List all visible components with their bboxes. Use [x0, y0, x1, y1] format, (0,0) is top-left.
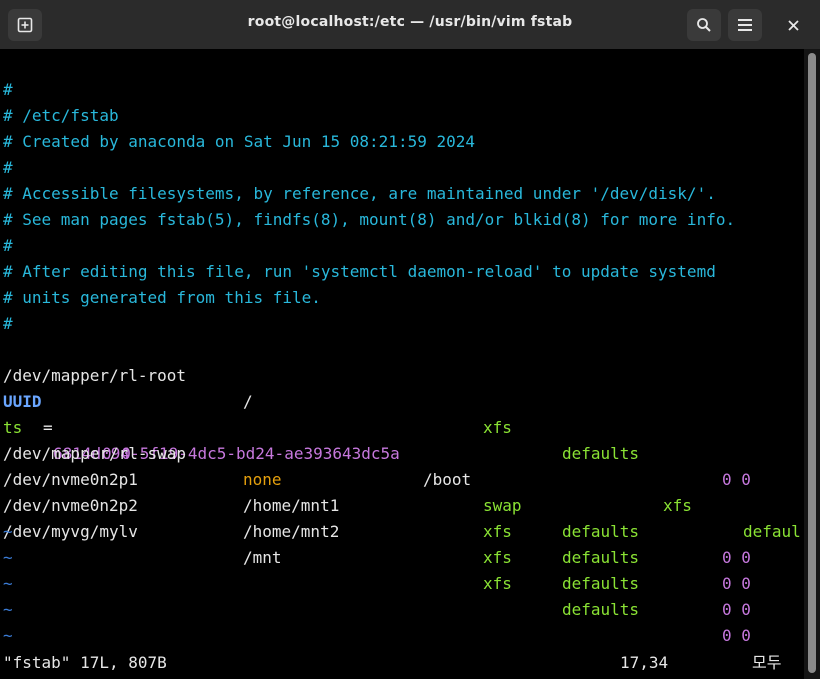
- dump-pass: 0 0: [722, 470, 751, 489]
- close-button[interactable]: [778, 11, 808, 39]
- fstab-entry-boot-wrap: ts 0 0: [3, 389, 131, 463]
- comment-line: #: [3, 158, 13, 177]
- dump-pass: 0 0: [722, 600, 751, 619]
- mount-point: /boot: [423, 470, 472, 489]
- fs-type: xfs: [663, 496, 692, 515]
- device: /dev/myvg/mylv: [3, 522, 138, 541]
- empty-line-tilde: ~: [3, 600, 13, 619]
- fstab-entry-boot: UUID = 6814dc94-5f19-4dc5-bd24-ae393643d…: [3, 363, 801, 541]
- fstab-entry-root: /dev/mapper/rl-root / xfs defaults 0 0: [3, 337, 751, 489]
- comment-line: # /etc/fstab: [3, 106, 119, 125]
- comment-line: # After editing this file, run 'systemct…: [3, 262, 716, 281]
- mount-point: /: [243, 392, 253, 411]
- scrollbar-thumb[interactable]: [808, 53, 816, 673]
- fs-type: xfs: [483, 418, 512, 437]
- fs-type: swap: [483, 496, 522, 515]
- mount-point: none: [243, 470, 282, 489]
- comment-line: #: [3, 80, 13, 99]
- vertical-scrollbar[interactable]: [804, 49, 820, 679]
- dump-pass: 0 0: [722, 548, 751, 567]
- empty-line-tilde: ~: [3, 574, 13, 593]
- dump-pass: 0 0: [722, 626, 751, 645]
- comment-line: #: [3, 236, 13, 255]
- close-icon: [787, 19, 799, 31]
- mount-point: /home/mnt1: [243, 496, 340, 515]
- empty-line-tilde: ~: [3, 522, 13, 541]
- search-icon: [697, 18, 711, 32]
- status-scroll-position: 모두: [752, 653, 782, 672]
- comment-line: # units generated from this file.: [3, 288, 321, 307]
- terminal-area[interactable]: # # /etc/fstab # Created by anaconda on …: [0, 49, 804, 679]
- mount-options-head: defaul: [743, 522, 801, 541]
- fstab-entry-mnt: /dev/myvg/mylv /mnt xfs defaults 0 0: [3, 493, 751, 645]
- search-button[interactable]: [687, 9, 721, 41]
- mount-options: defaults: [562, 444, 640, 463]
- comment-line: # See man pages fstab(5), findfs(8), mou…: [3, 210, 736, 229]
- status-file-info: "fstab" 17L, 807B: [3, 653, 167, 672]
- mount-point: /home/mnt2: [243, 522, 340, 541]
- window-titlebar: root@localhost:/etc — /usr/bin/vim fstab: [0, 0, 820, 50]
- comment-line: # Created by anaconda on Sat Jun 15 08:2…: [3, 132, 476, 151]
- menu-button[interactable]: [728, 9, 762, 41]
- mount-point: /mnt: [243, 548, 282, 567]
- status-cursor-position: 17,34: [620, 653, 669, 672]
- mount-options: defaults: [562, 548, 640, 567]
- fstab-entry-mnt2: /dev/nvme0n2p2 /home/mnt2 xfs defaults 0…: [3, 467, 751, 619]
- hamburger-menu-icon: [738, 19, 752, 31]
- fs-type: xfs: [483, 548, 512, 567]
- mount-options: defaults: [562, 522, 640, 541]
- mount-options: defaults: [562, 600, 640, 619]
- empty-line-tilde: ~: [3, 626, 13, 645]
- fs-type: xfs: [483, 574, 512, 593]
- empty-line-tilde: ~: [3, 548, 13, 567]
- fs-type: xfs: [483, 522, 512, 541]
- comment-line: # Accessible filesystems, by reference, …: [3, 184, 716, 203]
- fstab-entry-swap: /dev/mapper/rl-swap none swap defaults 0…: [3, 415, 751, 567]
- dump-pass: 0 0: [722, 574, 751, 593]
- uuid-equals: =: [43, 418, 53, 437]
- mount-options: defaults: [562, 574, 640, 593]
- comment-line: #: [3, 314, 13, 333]
- fstab-entry-mnt1: /dev/nvme0n2p1 /home/mnt1 xfs defaults 0…: [3, 441, 751, 593]
